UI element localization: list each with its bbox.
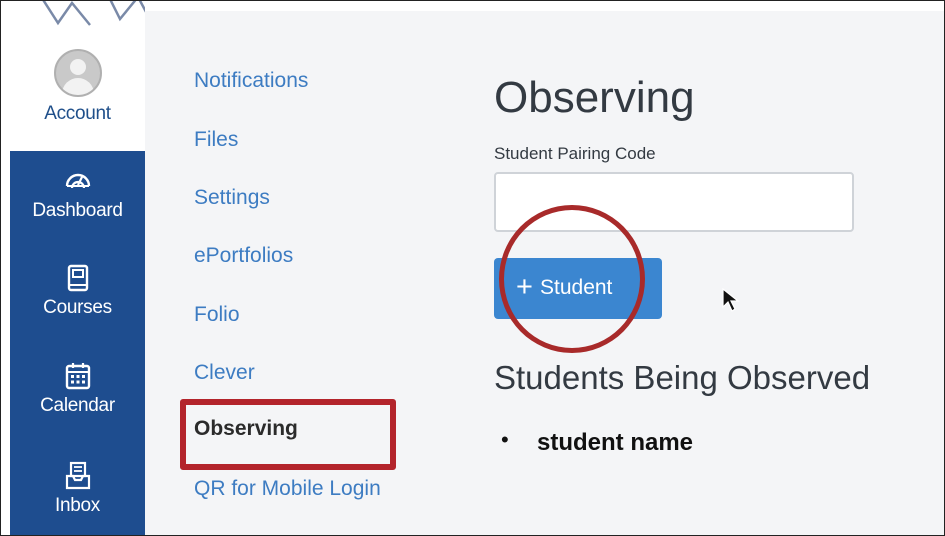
subnav-link-notifications[interactable]: Notifications xyxy=(194,69,308,93)
subnav-link-settings[interactable]: Settings xyxy=(194,186,270,210)
plus-icon: + xyxy=(516,271,533,303)
nav-item-dashboard[interactable]: Dashboard xyxy=(10,166,145,222)
nav-item-label: Calendar xyxy=(40,395,115,416)
nav-item-label: Courses xyxy=(43,297,112,318)
observing-highlight-box xyxy=(180,399,396,470)
nav-item-label: Inbox xyxy=(55,495,100,516)
book-icon xyxy=(67,264,88,292)
content-top-border xyxy=(145,1,944,11)
pairing-code-input[interactable] xyxy=(494,172,854,232)
students-observed-heading: Students Being Observed xyxy=(494,359,871,396)
inbox-icon xyxy=(65,461,90,490)
nav-item-inbox[interactable]: Inbox xyxy=(10,461,145,517)
subnav-link-qr-mobile-login[interactable]: QR for Mobile Login xyxy=(194,477,381,501)
dashboard-gauge-icon xyxy=(65,173,90,189)
logo-scribble-icon xyxy=(42,1,154,26)
subnav-link-clever[interactable]: Clever xyxy=(194,361,255,385)
pairing-code-label: Student Pairing Code xyxy=(494,144,656,163)
subnav-link-eportfolios[interactable]: ePortfolios xyxy=(194,244,293,268)
add-student-button-label: Student xyxy=(540,276,613,299)
calendar-icon xyxy=(65,363,90,390)
nav-item-calendar[interactable]: Calendar xyxy=(10,361,145,417)
mouse-cursor-icon xyxy=(722,287,740,312)
bullet-icon: • xyxy=(501,427,509,452)
avatar xyxy=(53,49,102,97)
nav-item-account[interactable]: Account xyxy=(10,49,145,125)
nav-item-courses[interactable]: Courses xyxy=(10,263,145,319)
page-title: Observing xyxy=(494,73,695,122)
student-name: student name xyxy=(537,429,694,456)
add-student-button[interactable]: + Student xyxy=(494,258,662,319)
nav-item-label: Account xyxy=(44,103,111,124)
subnav-link-files[interactable]: Files xyxy=(194,128,238,152)
screenshot-frame: Account Dashboard Courses Calendar Inbox… xyxy=(0,0,945,536)
nav-item-label: Dashboard xyxy=(32,200,123,221)
subnav-link-folio[interactable]: Folio xyxy=(194,303,240,327)
global-navigation: Account Dashboard Courses Calendar Inbox xyxy=(10,1,154,535)
